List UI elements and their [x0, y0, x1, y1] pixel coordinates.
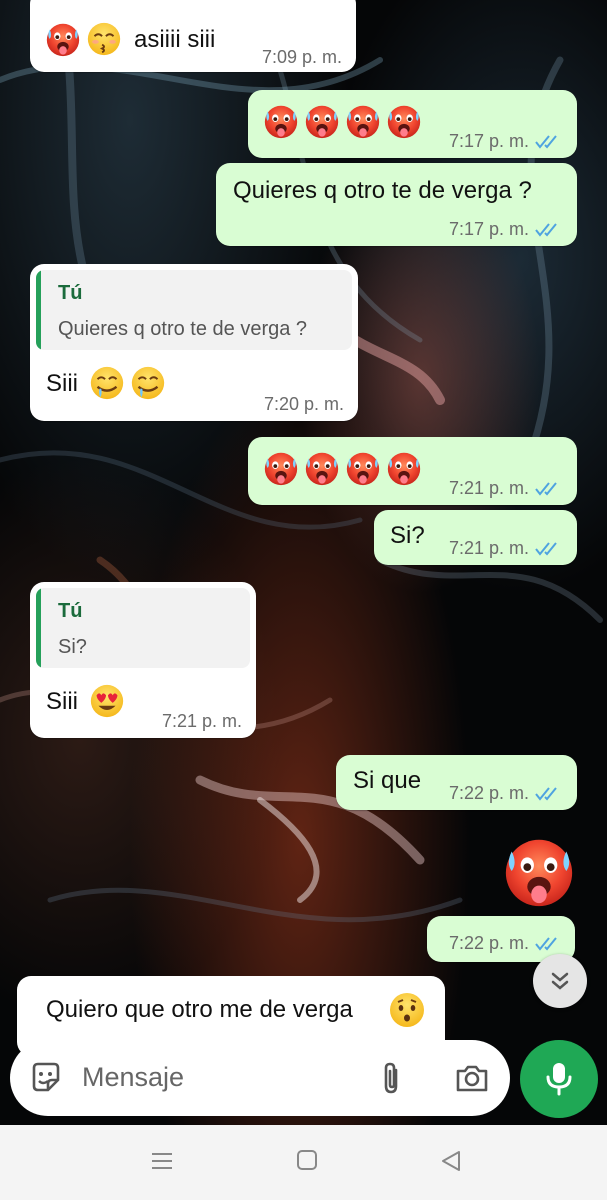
message-time: 7:09 p. m.: [262, 47, 342, 68]
camera-icon[interactable]: [454, 1062, 490, 1094]
quote-author: Tú: [58, 282, 83, 304]
message-time: 7:20 p. m.: [264, 394, 344, 415]
message-incoming-reply[interactable]: Tú Quieres q otro te de verga ? Siii 7:2…: [30, 264, 358, 421]
hot-face-emoji: [303, 449, 341, 487]
message-outgoing[interactable]: 7:17 p. m.: [248, 90, 577, 158]
message-incoming[interactable]: asiiii siii 7:09 p. m.: [30, 0, 356, 72]
message-time: 7:21 p. m.: [449, 538, 561, 559]
message-outgoing[interactable]: 7:21 p. m.: [248, 437, 577, 505]
timestamp: 7:22 p. m.: [448, 933, 529, 953]
read-receipt-icon: [535, 542, 561, 556]
heart-eyes-emoji: [88, 682, 126, 720]
read-receipt-icon: [535, 223, 561, 237]
home-icon[interactable]: [296, 1149, 318, 1171]
message-text: Quiero que otro me de verga: [46, 996, 353, 1023]
message-text: asiiii siii: [134, 26, 216, 53]
message-emojis: [44, 20, 123, 58]
read-receipt-icon: [535, 135, 561, 149]
hot-face-emoji: [262, 449, 300, 487]
message-text: Quieres q otro te de verga ?: [233, 177, 532, 204]
message-time: 7:21 p. m.: [162, 711, 242, 732]
microphone-button[interactable]: [520, 1040, 598, 1118]
message-incoming-reply[interactable]: Tú Si? Siii 7:21 p. m.: [30, 582, 256, 738]
message-outgoing[interactable]: Quieres q otro te de verga ? 7:17 p. m.: [216, 163, 577, 246]
timestamp: 7:21 p. m.: [448, 478, 529, 498]
message-text: Siii: [46, 688, 79, 715]
hot-face-emoji: [385, 102, 423, 140]
quote-text: Si?: [58, 636, 87, 658]
quote-text: Quieres q otro te de verga ?: [58, 318, 308, 340]
message-time: 7:22 p. m.: [449, 933, 561, 954]
hot-face-emoji-large[interactable]: [500, 832, 578, 910]
read-receipt-icon: [535, 787, 561, 801]
message-outgoing[interactable]: Si que 7:22 p. m.: [336, 755, 577, 810]
message-composer[interactable]: Mensaje: [10, 1040, 510, 1116]
double-chevron-down-icon: [551, 972, 569, 990]
hot-face-emoji: [303, 102, 341, 140]
message-emojis: [88, 364, 167, 402]
hot-face-emoji: [385, 449, 423, 487]
read-receipt-icon: [535, 937, 561, 951]
drooling-face-emoji: [129, 364, 167, 402]
system-navigation-bar: [0, 1125, 607, 1200]
microphone-icon: [546, 1063, 572, 1096]
hot-face-emoji: [44, 20, 82, 58]
message-time: 7:21 p. m.: [449, 478, 561, 499]
timestamp: 7:20 p. m.: [263, 394, 344, 414]
message-input[interactable]: Mensaje: [82, 1062, 184, 1093]
hot-face-emoji: [344, 449, 382, 487]
message-emojis: [262, 102, 423, 140]
quoted-message[interactable]: Tú Quieres q otro te de verga ?: [36, 270, 352, 350]
hot-face-emoji: [344, 102, 382, 140]
quoted-message[interactable]: Tú Si?: [36, 588, 250, 668]
timestamp: 7:17 p. m.: [448, 219, 529, 239]
timestamp: 7:21 p. m.: [161, 711, 242, 731]
back-icon[interactable]: [440, 1149, 462, 1173]
message-time: 7:17 p. m.: [449, 219, 561, 240]
timestamp: 7:17 p. m.: [448, 131, 529, 151]
message-text: Si que: [353, 767, 422, 794]
quote-bar: [36, 270, 41, 350]
read-receipt-icon: [535, 482, 561, 496]
message-text: Si?: [390, 522, 425, 549]
message-emojis: [88, 682, 126, 720]
timestamp: 7:21 p. m.: [448, 538, 529, 558]
message-time: 7:22 p. m.: [449, 783, 561, 804]
recent-apps-icon[interactable]: [150, 1149, 174, 1173]
hushed-face-emoji: [387, 990, 427, 1030]
timestamp: 7:22 p. m.: [448, 783, 529, 803]
quote-bar: [36, 588, 41, 668]
drooling-face-emoji: [88, 364, 126, 402]
scroll-to-bottom-button[interactable]: [533, 954, 587, 1008]
quote-author: Tú: [58, 600, 83, 622]
kissing-face-emoji: [85, 20, 123, 58]
message-time: 7:17 p. m.: [449, 131, 561, 152]
timestamp: 7:09 p. m.: [261, 47, 342, 67]
hot-face-emoji: [262, 102, 300, 140]
sticker-icon[interactable]: [28, 1060, 64, 1096]
paperclip-icon[interactable]: [376, 1060, 406, 1098]
message-emojis: [262, 449, 423, 487]
message-text: Siii: [46, 370, 79, 397]
message-outgoing[interactable]: Si? 7:21 p. m.: [374, 510, 577, 565]
